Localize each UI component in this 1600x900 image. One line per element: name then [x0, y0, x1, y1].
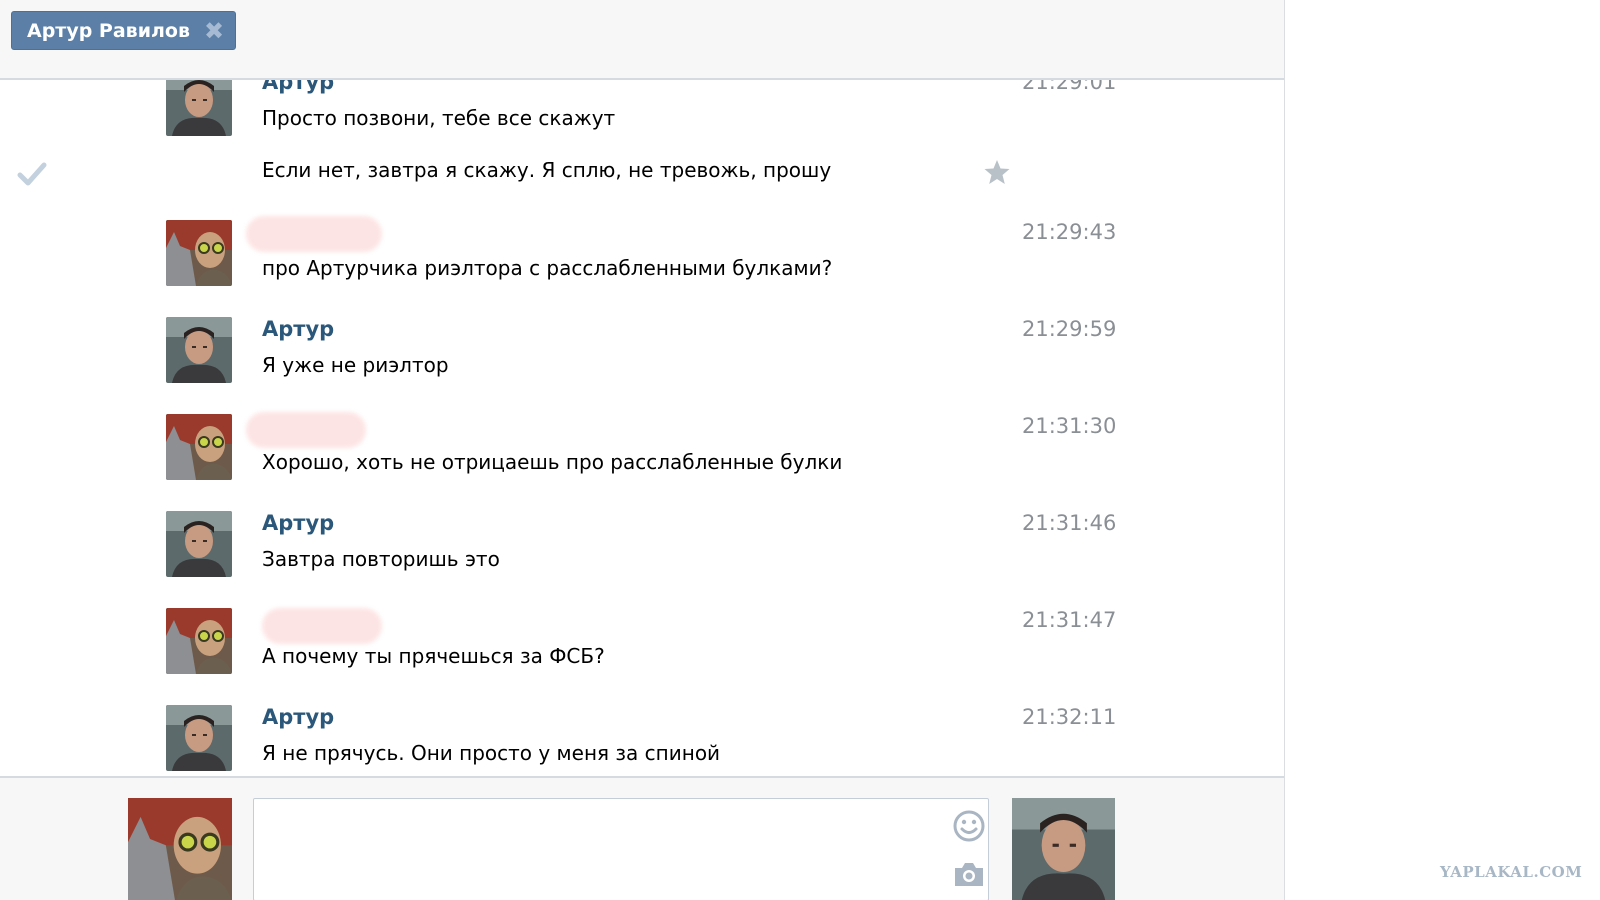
message-author[interactable]: Артур — [262, 705, 334, 729]
message-time: 21:29:43 — [1022, 220, 1117, 244]
redacted-author-name — [262, 608, 382, 644]
camera-icon[interactable] — [952, 859, 986, 889]
message-time: 21:29:01 — [1022, 80, 1117, 94]
avatar-artur[interactable] — [166, 317, 232, 383]
message-text: Хорошо, хоть не отрицаешь про расслаблен… — [262, 450, 843, 474]
message-author[interactable]: Артур — [262, 511, 334, 535]
message-text: Я уже не риэлтор — [262, 353, 449, 377]
avatar-artur[interactable] — [166, 705, 232, 771]
close-icon[interactable]: ✖ — [203, 19, 225, 43]
message-composer — [0, 776, 1284, 900]
message-list[interactable]: Артур 21:29:01 Просто позвони, тебе все … — [0, 80, 1284, 776]
avatar-artur[interactable] — [166, 80, 232, 136]
smile-icon[interactable] — [952, 809, 986, 843]
message-input[interactable] — [253, 798, 989, 900]
message-time: 21:32:11 — [1022, 705, 1117, 729]
message-time: 21:31:30 — [1022, 414, 1117, 438]
message-text: А почему ты прячешься за ФСБ? — [262, 644, 605, 668]
message-time: 21:31:47 — [1022, 608, 1117, 632]
redacted-author-name — [246, 412, 366, 448]
message-text: Я не прячусь. Они просто у меня за спино… — [262, 741, 721, 765]
chat-window: Артур Равилов ✖ Артур 21:29:01 Просто по… — [0, 0, 1285, 900]
message-author[interactable]: Артур — [262, 317, 334, 341]
check-icon[interactable] — [16, 158, 48, 190]
message-time: 21:29:59 — [1022, 317, 1117, 341]
watermark: YAPLAKAL.COM — [1440, 863, 1583, 881]
message-author[interactable]: Артур — [262, 80, 334, 94]
message-time: 21:31:46 — [1022, 511, 1117, 535]
message-text: Если нет, завтра я скажу. Я сплю, не тре… — [262, 158, 832, 182]
star-icon[interactable] — [983, 158, 1011, 186]
avatar-cat-user[interactable] — [166, 608, 232, 674]
peer-avatar[interactable] — [1012, 798, 1115, 900]
redacted-author-name — [246, 216, 382, 252]
chat-header: Артур Равилов ✖ — [0, 0, 1284, 80]
avatar-artur[interactable] — [166, 511, 232, 577]
message-text: про Артурчика риэлтора с расслабленными … — [262, 256, 833, 280]
tab-title: Артур Равилов — [27, 20, 190, 42]
my-avatar[interactable] — [128, 798, 232, 900]
tab-artur-ravilov[interactable]: Артур Равилов ✖ — [11, 11, 236, 50]
message-text: Просто позвони, тебе все скажут — [262, 106, 616, 130]
avatar-cat-user[interactable] — [166, 414, 232, 480]
message-text: Завтра повторишь это — [262, 547, 500, 571]
avatar-cat-user[interactable] — [166, 220, 232, 286]
